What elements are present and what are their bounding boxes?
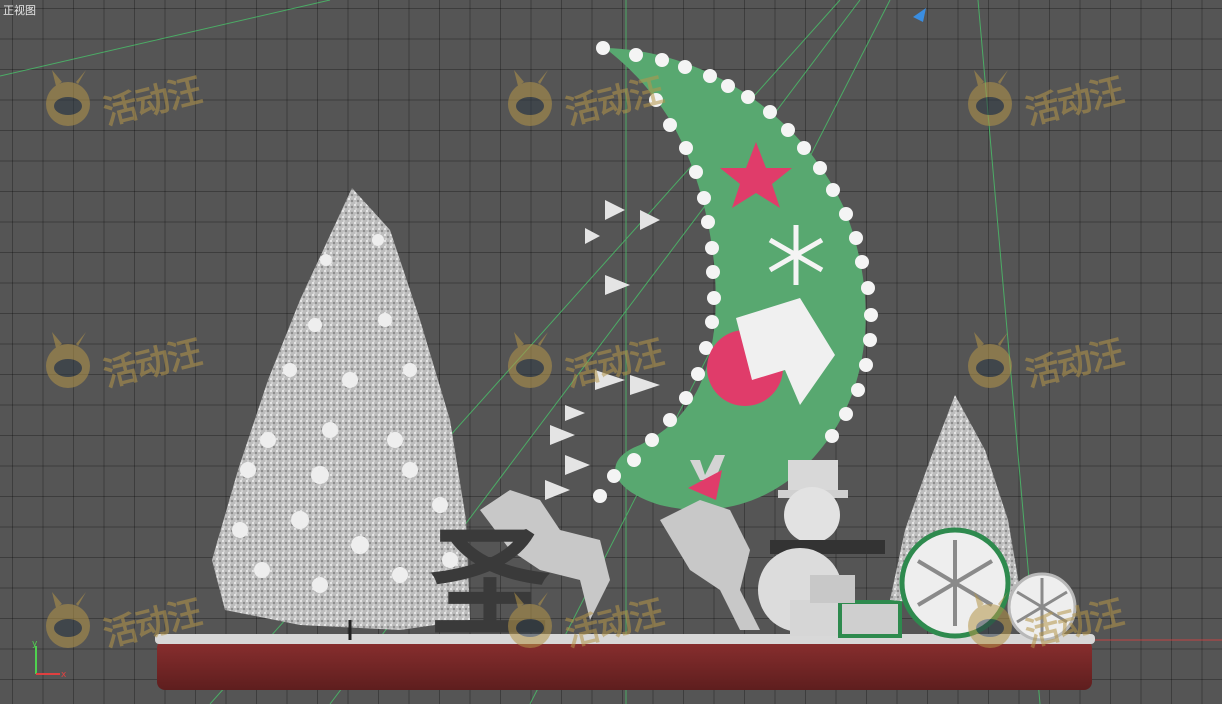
watermark-mascot-icon [968,332,1012,388]
camera-icon[interactable] [913,8,926,22]
watermark-text: 活动汪 [99,592,206,655]
watermark-text: 活动汪 [1021,592,1128,655]
watermark-mascot-icon [508,70,552,126]
watermark-mascot-icon [968,70,1012,126]
watermark-text: 活动汪 [561,592,668,655]
watermark: 活动汪 [38,68,205,133]
watermark-text: 活动汪 [1021,70,1128,133]
watermark: 活动汪 [960,590,1127,655]
watermark-text: 活动汪 [99,332,206,395]
watermark-text: 活动汪 [99,70,206,133]
watermark: 活动汪 [38,330,205,395]
watermark: 活动汪 [960,330,1127,395]
gizmo-y-label: y [32,640,38,649]
watermark-mascot-icon [46,332,90,388]
watermark-mascot-icon [508,332,552,388]
watermark: 活动汪 [960,68,1127,133]
watermark-text: 活动汪 [1021,332,1128,395]
watermark-text: 活动汪 [561,332,668,395]
axis-gizmo: y x [32,640,67,680]
watermark-text: 活动汪 [561,70,668,133]
3d-front-viewport[interactable]: 正视图 圣 活动汪 活动汪 活动汪 活动汪 活动汪 活动汪 活动汪 活动汪 活动… [0,0,1222,704]
watermark-mascot-icon [508,592,552,648]
gizmo-x-label: x [61,670,67,680]
watermark-mascot-icon [46,70,90,126]
watermark: 活动汪 [500,68,667,133]
watermark: 活动汪 [500,590,667,655]
watermark-mascot-icon [968,592,1012,648]
watermark: 活动汪 [500,330,667,395]
